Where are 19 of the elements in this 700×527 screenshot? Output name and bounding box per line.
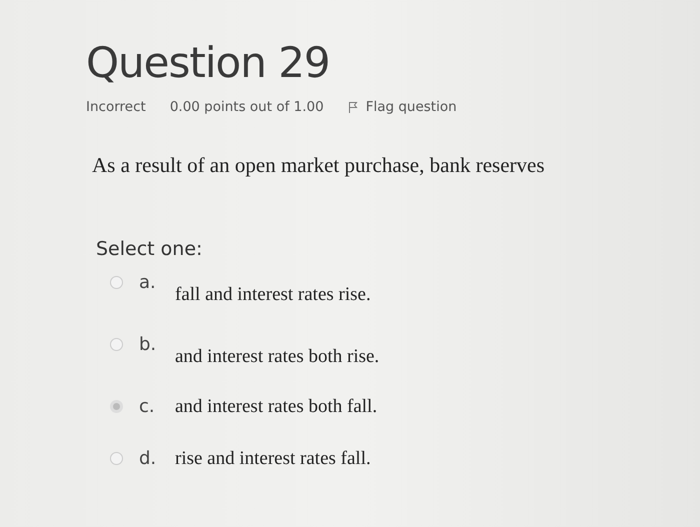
option-text[interactable]: fall and interest rates rise. [175, 284, 371, 306]
grade-text: 0.00 points out of 1.00 [170, 99, 324, 115]
radio-button[interactable] [110, 338, 123, 351]
flag-question-link[interactable]: Flag question [348, 99, 457, 115]
option-letter: a. [139, 272, 157, 293]
flag-icon [348, 101, 358, 113]
option-letter: c. [139, 396, 156, 417]
status-text: Incorrect [86, 99, 146, 115]
select-label: Select one: [96, 238, 204, 260]
question-text: As a result of an open market purchase, bank reserves [92, 153, 546, 178]
radio-button[interactable] [110, 276, 123, 289]
option-letter: b. [139, 334, 158, 355]
option-text[interactable]: and interest rates both fall. [175, 396, 378, 418]
radio-button[interactable] [110, 400, 123, 413]
radio-button[interactable] [110, 452, 123, 465]
question-title: Question 29 [86, 38, 331, 87]
option-text[interactable]: rise and interest rates fall. [175, 448, 371, 470]
option-text[interactable]: and interest rates both rise. [175, 346, 380, 368]
option-letter: d. [139, 448, 158, 469]
